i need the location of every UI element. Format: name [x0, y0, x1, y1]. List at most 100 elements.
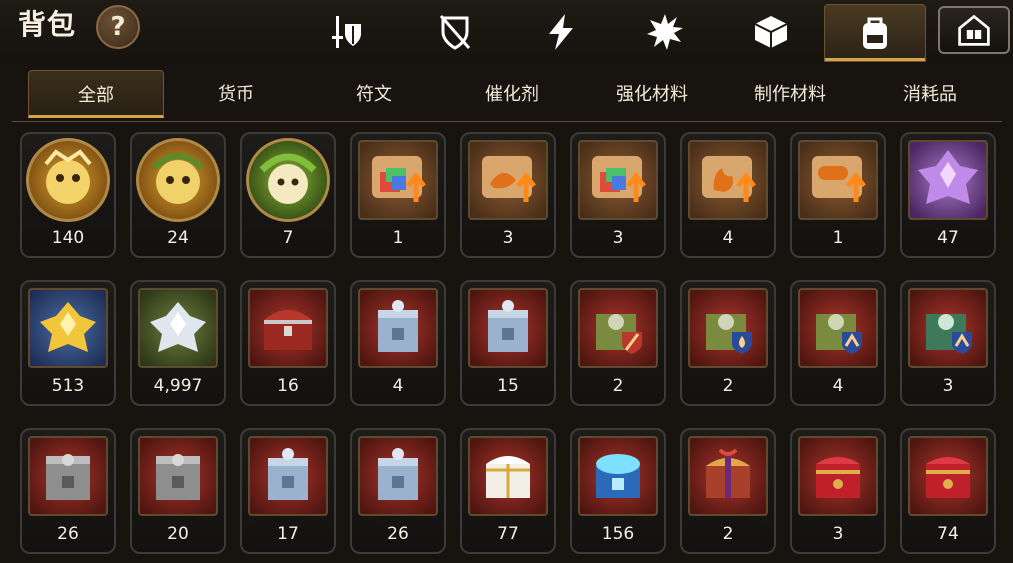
item-count: 17 [277, 524, 299, 544]
item-count: 7 [282, 228, 294, 248]
inventory-slot[interactable]: 15 [460, 280, 556, 406]
inventory-slot[interactable]: 2 [680, 428, 776, 554]
header-bar: 背包 ? [0, 0, 1013, 64]
item-count: 4 [832, 376, 844, 396]
item-count: 140 [51, 228, 85, 248]
chest-grey-icon [138, 436, 218, 516]
cube-box-icon [754, 16, 788, 48]
item-count: 47 [937, 228, 959, 248]
inventory-slot[interactable]: 26 [350, 428, 446, 554]
item-count: 1 [832, 228, 844, 248]
backpack-icon [863, 17, 887, 49]
tab-runes[interactable] [630, 4, 700, 60]
page-title: 背包 [18, 8, 77, 41]
item-count: 24 [167, 228, 189, 248]
chest-steel-blue-icon [358, 288, 438, 368]
lightning-icon [549, 14, 573, 50]
inventory-slot[interactable]: 20 [130, 428, 226, 554]
crystal-gold-icon [28, 288, 108, 368]
item-count: 2 [722, 524, 734, 544]
medal-green-icon [246, 138, 330, 222]
crystal-purple-icon [908, 140, 988, 220]
subtab-bar: 全部 货币 符文 催化剂 强化材料 制作材料 消耗品 [12, 66, 1002, 122]
inventory-slot[interactable]: 513 [20, 280, 116, 406]
inventory-slot[interactable]: 2 [680, 280, 776, 406]
inventory-slot[interactable]: 3 [790, 428, 886, 554]
item-count: 26 [57, 524, 79, 544]
chest-purple-gold-icon [688, 436, 768, 516]
item-count: 4 [392, 376, 404, 396]
item-count: 2 [612, 376, 624, 396]
inventory-slot[interactable]: 3 [570, 132, 666, 258]
chest-green-wing-icon [908, 288, 988, 368]
inventory-slot[interactable]: 16 [240, 280, 336, 406]
medal-gold-leaf-icon [136, 138, 220, 222]
chest-olive-wing-icon [798, 288, 878, 368]
scroll-flame-icon [688, 140, 768, 220]
shop-house-icon [958, 14, 990, 46]
scroll-rainbow-icon [578, 140, 658, 220]
inventory-slot[interactable]: 156 [570, 428, 666, 554]
item-count: 26 [387, 524, 409, 544]
inventory-slot[interactable]: 2 [570, 280, 666, 406]
inventory-slot[interactable]: 26 [20, 428, 116, 554]
inventory-slot[interactable]: 3 [900, 280, 996, 406]
item-count: 1 [392, 228, 404, 248]
item-count: 4,997 [153, 376, 203, 396]
item-count: 513 [51, 376, 85, 396]
subtab-all[interactable]: 全部 [28, 70, 164, 118]
item-count: 4 [722, 228, 734, 248]
scroll-exp-icon [798, 140, 878, 220]
item-count: 3 [832, 524, 844, 544]
spiky-burst-icon [647, 14, 683, 50]
chest-grey-icon [28, 436, 108, 516]
chest-steel-blue-icon [468, 288, 548, 368]
inventory-slot[interactable]: 140 [20, 132, 116, 258]
scroll-rainbow-icon [358, 140, 438, 220]
tab-energy[interactable] [526, 4, 596, 60]
subtab-catalyst[interactable]: 催化剂 [444, 70, 580, 118]
inventory-slot[interactable]: 1 [350, 132, 446, 258]
subtab-craft-materials[interactable]: 制作材料 [722, 70, 858, 118]
shield-slash-icon [439, 15, 471, 50]
item-count: 3 [942, 376, 954, 396]
item-count: 20 [167, 524, 189, 544]
chest-steel-blue-icon [248, 436, 328, 516]
inventory-slot[interactable]: 4 [790, 280, 886, 406]
inventory-slot[interactable]: 4 [680, 132, 776, 258]
medal-gold-icon [26, 138, 110, 222]
inventory-slot[interactable]: 7 [240, 132, 336, 258]
subtab-currency[interactable]: 货币 [168, 70, 304, 118]
subtab-consumables[interactable]: 消耗品 [862, 70, 998, 118]
inventory-slot[interactable]: 77 [460, 428, 556, 554]
chest-crimson-icon [908, 436, 988, 516]
inventory-slot[interactable]: 4 [350, 280, 446, 406]
inventory-slot[interactable]: 4,997 [130, 280, 226, 406]
chest-white-gold-icon [468, 436, 548, 516]
item-count: 2 [722, 376, 734, 396]
inventory-slot[interactable]: 74 [900, 428, 996, 554]
chest-blue-glow-icon [578, 436, 658, 516]
subtab-runes[interactable]: 符文 [306, 70, 442, 118]
inventory-slot[interactable]: 24 [130, 132, 226, 258]
tab-equipment[interactable] [312, 4, 382, 60]
inventory-slot[interactable]: 1 [790, 132, 886, 258]
item-count: 15 [497, 376, 519, 396]
item-count: 77 [497, 524, 519, 544]
shop-button[interactable] [938, 6, 1010, 54]
inventory-slot[interactable]: 17 [240, 428, 336, 554]
chest-crimson-icon [798, 436, 878, 516]
crystal-silver-icon [138, 288, 218, 368]
chest-olive-sword-icon [578, 288, 658, 368]
tab-backpack[interactable] [824, 4, 926, 62]
inventory-slot[interactable]: 47 [900, 132, 996, 258]
scroll-dragon-icon [468, 140, 548, 220]
tab-defense[interactable] [420, 4, 490, 60]
help-button[interactable]: ? [96, 5, 140, 49]
item-count: 3 [502, 228, 514, 248]
inventory-slot[interactable]: 3 [460, 132, 556, 258]
subtab-enhance-materials[interactable]: 强化材料 [584, 70, 720, 118]
chest-olive-drop-icon [688, 288, 768, 368]
tab-boxes[interactable] [736, 4, 806, 60]
item-count: 74 [937, 524, 959, 544]
